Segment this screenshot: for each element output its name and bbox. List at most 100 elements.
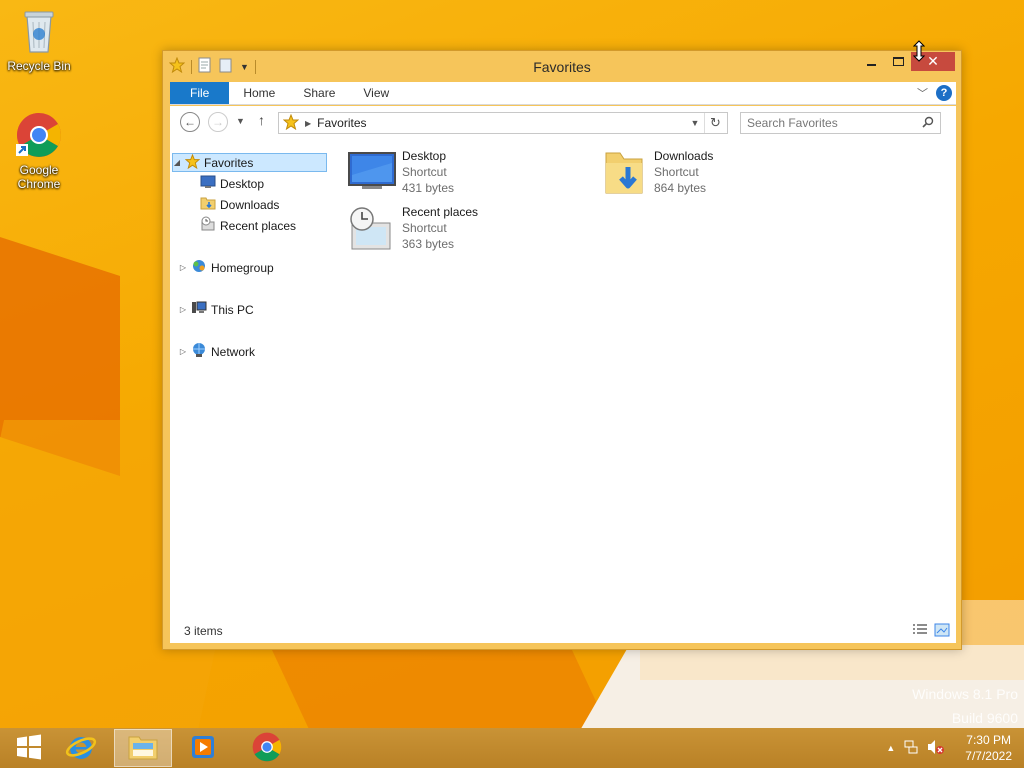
start-icon (15, 733, 43, 764)
expand-arrow-icon[interactable]: ▷ (179, 305, 187, 314)
navigation-pane: ◢ Favorites Desktop Downloads Recent pla… (170, 139, 330, 619)
start-button[interactable] (0, 729, 58, 767)
taskbar: ▲ 7:30 PM 7/7/2022 (0, 728, 1024, 768)
file-item-recent-places[interactable]: Recent places Shortcut 363 bytes (348, 205, 478, 256)
windows-watermark-line2: Build 9600 (951, 710, 1018, 726)
explorer-body: ◢ Favorites Desktop Downloads Recent pla… (170, 139, 956, 643)
tab-home[interactable]: Home (229, 82, 289, 104)
file-name: Downloads (654, 149, 714, 163)
file-item-downloads[interactable]: Downloads Shortcut 864 bytes (602, 149, 713, 200)
tree-item-label: Desktop (220, 176, 265, 191)
maximize-button[interactable] (885, 52, 911, 71)
network-status-icon[interactable] (903, 739, 919, 758)
file-size: 431 bytes (402, 181, 455, 195)
tree-item-label: Favorites (204, 155, 254, 170)
chevron-down-icon: ▼ (236, 116, 245, 126)
file-list: Desktop Shortcut 431 bytes Downloads Sho… (340, 139, 950, 619)
file-type: Shortcut (402, 165, 447, 179)
recycle-bin-icon (2, 6, 76, 57)
star-icon (184, 153, 201, 172)
desktop-icon-chrome[interactable]: Google Chrome (2, 112, 76, 191)
tree-item-homegroup[interactable]: ▷ Homegroup (179, 258, 274, 277)
ribbon-tabs: File Home Share View ﹀ ? (170, 82, 956, 105)
tree-item-desktop[interactable]: Desktop (200, 174, 264, 193)
forward-arrow-icon: → (212, 115, 224, 129)
tree-item-label: Downloads (220, 197, 280, 212)
wallpaper-shape (272, 650, 628, 728)
minimize-button[interactable] (859, 52, 885, 71)
refresh-button[interactable]: ↻ (704, 113, 726, 133)
desktop-icon-label: Recycle Bin (7, 59, 71, 73)
file-name: Recent places (402, 205, 479, 219)
internet-explorer-icon (65, 731, 97, 766)
windows-watermark-line1: Windows 8.1 Pro (912, 686, 1018, 702)
recent-places-icon (200, 216, 216, 235)
chrome-icon (2, 112, 76, 161)
details-view-icon[interactable] (912, 623, 928, 640)
recent-locations-button[interactable]: ▼ (236, 116, 245, 126)
tree-item-label: Homegroup (211, 260, 274, 275)
search-icon[interactable] (922, 116, 934, 131)
tree-item-favorites[interactable]: ◢ Favorites (172, 153, 327, 172)
title-bar[interactable]: ▼ Favorites ✕ (163, 51, 961, 81)
desktop-icon (348, 149, 396, 196)
expand-arrow-icon[interactable]: ▷ (179, 347, 187, 356)
tree-item-label: Recent places (220, 218, 297, 233)
file-type: Shortcut (402, 221, 447, 235)
search-placeholder: Search Favorites (747, 116, 838, 130)
clock[interactable]: 7:30 PM 7/7/2022 (965, 732, 1012, 764)
tree-item-label: Network (211, 344, 256, 359)
media-player-icon (189, 733, 217, 764)
breadcrumb-favorites[interactable]: Favorites (317, 116, 366, 130)
tree-item-recent-places[interactable]: Recent places (200, 216, 296, 235)
file-type: Shortcut (654, 165, 699, 179)
back-arrow-icon: ← (184, 115, 196, 129)
tab-file[interactable]: File (170, 82, 230, 104)
breadcrumb-separator-icon[interactable]: ▶ (305, 119, 311, 128)
taskbar-file-explorer[interactable] (114, 729, 172, 767)
address-bar[interactable]: ▶ Favorites ▼ (278, 112, 728, 134)
desktop-icon (200, 175, 216, 192)
tree-item-network[interactable]: ▷ Network (179, 342, 255, 361)
explorer-window[interactable]: ▼ Favorites ✕ File Home Share View ﹀ ? ← (162, 50, 962, 650)
file-item-desktop[interactable]: Desktop Shortcut 431 bytes (348, 149, 454, 196)
system-tray: ▲ 7:30 PM 7/7/2022 (886, 728, 1012, 768)
window-title: Favorites (533, 59, 591, 75)
search-box[interactable]: Search Favorites (740, 112, 941, 134)
help-button[interactable]: ? (936, 85, 952, 101)
network-icon (191, 342, 207, 361)
desktop-icon-label: Google Chrome (17, 163, 61, 191)
tab-share[interactable]: Share (289, 82, 349, 104)
expand-arrow-icon[interactable]: ▷ (179, 263, 187, 272)
desktop-icon-recycle-bin[interactable]: Recycle Bin (2, 6, 76, 73)
file-explorer-icon (127, 733, 159, 764)
expand-ribbon-icon[interactable]: ﹀ (917, 85, 928, 101)
clock-time: 7:30 PM (966, 733, 1011, 747)
item-count: 3 items (184, 624, 223, 638)
up-button[interactable]: ↑ (258, 112, 265, 128)
large-icons-view-icon[interactable] (934, 623, 950, 640)
volume-muted-icon[interactable] (927, 739, 945, 758)
minimize-icon (867, 63, 876, 66)
file-size: 864 bytes (654, 181, 707, 195)
address-dropdown-icon[interactable]: ▼ (687, 118, 703, 128)
tree-item-downloads[interactable]: Downloads (200, 195, 279, 214)
forward-button[interactable]: → (208, 112, 228, 132)
file-size: 363 bytes (402, 237, 455, 251)
homegroup-icon (191, 258, 207, 277)
taskbar-chrome[interactable] (238, 729, 296, 767)
downloads-folder-icon (602, 149, 648, 200)
collapse-arrow-icon[interactable]: ◢ (173, 158, 181, 167)
tab-view[interactable]: View (349, 82, 403, 104)
star-icon (282, 113, 300, 133)
back-button[interactable]: ← (180, 112, 200, 132)
clock-date: 7/7/2022 (965, 749, 1012, 763)
show-hidden-icons-icon[interactable]: ▲ (886, 743, 895, 753)
tree-item-this-pc[interactable]: ▷ This PC (179, 300, 254, 319)
taskbar-media-player[interactable] (174, 729, 232, 767)
navigation-bar: ← → ▼ ↑ ▶ Favorites ▼ ↻ Search Favorites (170, 106, 956, 139)
recent-places-icon (348, 205, 396, 256)
resize-cursor-icon (912, 40, 926, 65)
maximize-icon (892, 56, 904, 66)
taskbar-internet-explorer[interactable] (52, 729, 110, 767)
